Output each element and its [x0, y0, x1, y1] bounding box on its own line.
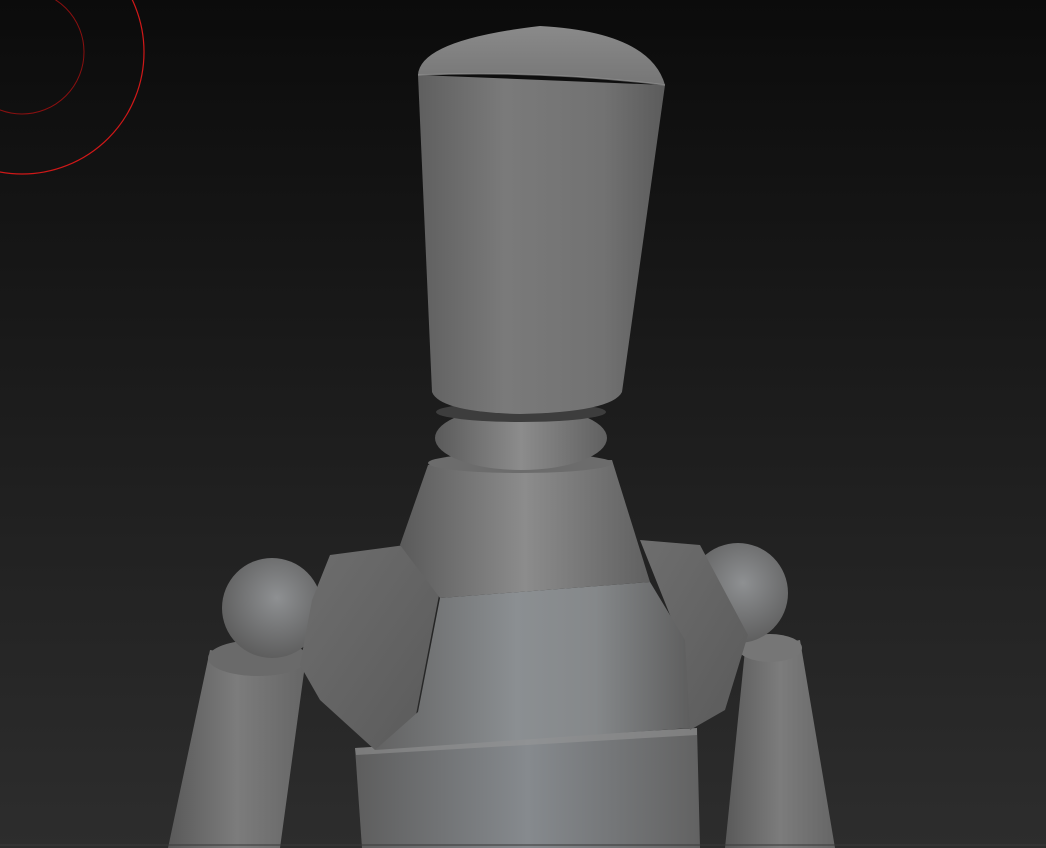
mannequin-neck — [400, 453, 650, 598]
mannequin-left-arm — [168, 558, 322, 848]
mannequin-head — [417, 26, 666, 414]
scene-render — [0, 0, 1046, 848]
canvas-3d-viewport[interactable] — [0, 0, 1046, 848]
brush-cursor-icon — [0, 0, 145, 175]
